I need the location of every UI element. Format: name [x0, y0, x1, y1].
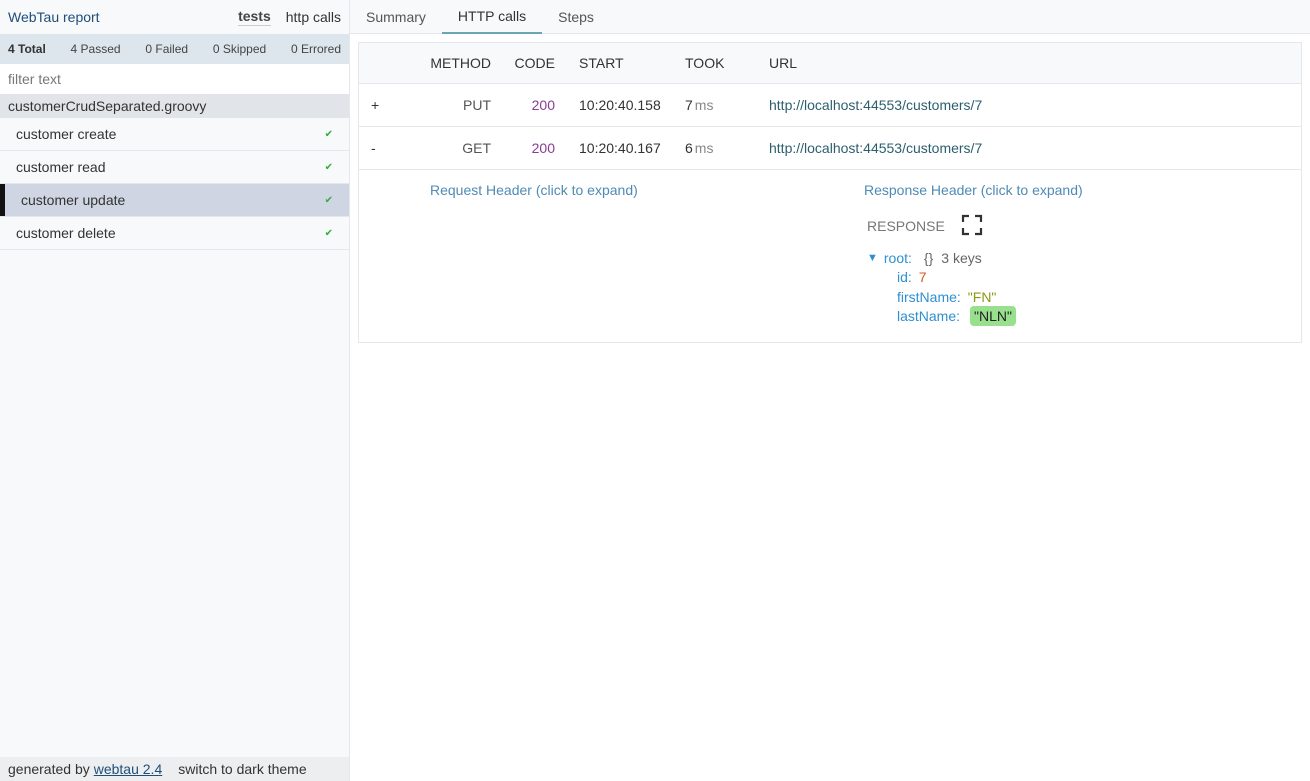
table-header-row: METHOD CODE START TOOK URL: [359, 43, 1301, 84]
tab-steps[interactable]: Steps: [542, 0, 610, 34]
call-start-time: 10:20:40.167: [579, 140, 661, 156]
duration-unit: ms: [694, 97, 714, 113]
duration-unit: ms: [694, 140, 714, 156]
left-header: WebTau report tests http calls: [0, 0, 349, 34]
tab-http-calls[interactable]: HTTP calls: [441, 0, 543, 34]
call-status-code: 200: [531, 97, 555, 113]
fullscreen-icon[interactable]: [961, 214, 983, 236]
json-key: root:: [883, 249, 912, 266]
stat-skipped[interactable]: 0 Skipped: [213, 42, 266, 56]
mode-tab-http-calls[interactable]: http calls: [286, 9, 341, 25]
stat-failed[interactable]: 0 Failed: [145, 42, 188, 56]
call-details: Request Header (click to expand) Respons…: [359, 170, 1301, 342]
test-item-customer-create[interactable]: customer create ✔: [0, 118, 349, 151]
response-label: RESPONSE: [867, 218, 945, 234]
webtau-version-link[interactable]: webtau 2.4: [94, 761, 163, 777]
table-row[interactable]: - GET 200 10:20:40.167 6 ms http://localh…: [359, 127, 1301, 170]
check-icon: ✔: [324, 161, 333, 173]
json-value-changed: "NLN": [970, 306, 1016, 327]
test-label: customer read: [16, 159, 106, 175]
footer: generated by webtau 2.4 switch to dark t…: [0, 757, 349, 781]
filter-input[interactable]: [8, 71, 341, 87]
dark-theme-toggle[interactable]: switch to dark theme: [178, 761, 306, 777]
check-icon: ✔: [324, 128, 333, 140]
stat-passed[interactable]: 4 Passed: [71, 42, 121, 56]
call-method: PUT: [463, 97, 491, 113]
call-url[interactable]: http://localhost:44553/customers/7: [769, 97, 1301, 113]
test-item-customer-read[interactable]: customer read ✔: [0, 151, 349, 184]
json-field-id: id: 7: [867, 268, 1016, 288]
test-item-customer-delete[interactable]: customer delete ✔: [0, 217, 349, 250]
test-item-customer-update[interactable]: customer update ✔: [0, 184, 349, 217]
stat-total[interactable]: 4 Total: [8, 42, 46, 56]
duration-value: 6: [685, 140, 693, 156]
left-panel: WebTau report tests http calls 4 Total 4…: [0, 0, 350, 781]
tab-summary[interactable]: Summary: [350, 0, 442, 34]
check-icon: ✔: [324, 227, 333, 239]
collapse-toggle[interactable]: -: [359, 140, 419, 156]
test-label: customer update: [21, 192, 126, 208]
request-header-toggle[interactable]: Request Header (click to expand): [430, 182, 638, 198]
check-icon: ✔: [324, 194, 333, 206]
mode-tab-tests[interactable]: tests: [238, 8, 271, 26]
response-header-toggle[interactable]: Response Header (click to expand): [864, 182, 1083, 198]
call-status-code: 200: [531, 140, 555, 156]
test-label: customer create: [16, 126, 117, 142]
duration-value: 7: [685, 97, 693, 113]
generated-by-label: generated by: [8, 761, 90, 777]
call-start-time: 10:20:40.158: [579, 97, 661, 113]
table-row[interactable]: + PUT 200 10:20:40.158 7 ms http://localh…: [359, 84, 1301, 127]
json-root[interactable]: ▼ root: {} 3 keys: [867, 248, 1016, 268]
expand-toggle[interactable]: +: [359, 97, 419, 113]
call-method: GET: [462, 140, 491, 156]
json-key: lastName:: [897, 308, 961, 325]
header-url: URL: [769, 55, 798, 71]
main-panel: Summary HTTP calls Steps METHOD CODE STA…: [350, 0, 1310, 781]
header-code: CODE: [514, 55, 555, 71]
json-tree: ▼ root: {} 3 keys id: 7 firstName: "FN" …: [867, 248, 1016, 327]
stat-errored[interactable]: 0 Errored: [291, 42, 341, 56]
app-title[interactable]: WebTau report: [8, 9, 223, 25]
json-field-firstname: firstName: "FN": [867, 287, 1016, 307]
http-calls-table: METHOD CODE START TOOK URL + PUT 200 10:…: [358, 42, 1302, 343]
call-duration: 7 ms: [685, 97, 769, 113]
header-took: TOOK: [685, 55, 725, 71]
stats-bar: 4 Total 4 Passed 0 Failed 0 Skipped 0 Er…: [0, 34, 349, 64]
json-value: 7: [918, 269, 927, 286]
json-key: id:: [897, 269, 912, 286]
main-tabs: Summary HTTP calls Steps: [350, 0, 1310, 34]
json-key-count: 3 keys: [941, 249, 982, 266]
json-key: firstName:: [897, 288, 961, 305]
call-duration: 6 ms: [685, 140, 769, 156]
header-method: METHOD: [430, 55, 491, 71]
call-url[interactable]: http://localhost:44553/customers/7: [769, 140, 1301, 156]
collapse-caret-icon[interactable]: ▼: [867, 252, 878, 264]
json-value: "FN": [967, 288, 997, 305]
filter-box: [0, 64, 349, 94]
file-group-header: customerCrudSeparated.groovy: [0, 94, 349, 118]
json-brace: {}: [923, 249, 934, 266]
json-field-lastname: lastName: "NLN": [867, 306, 1016, 327]
test-label: customer delete: [16, 225, 116, 241]
header-start: START: [579, 55, 624, 71]
